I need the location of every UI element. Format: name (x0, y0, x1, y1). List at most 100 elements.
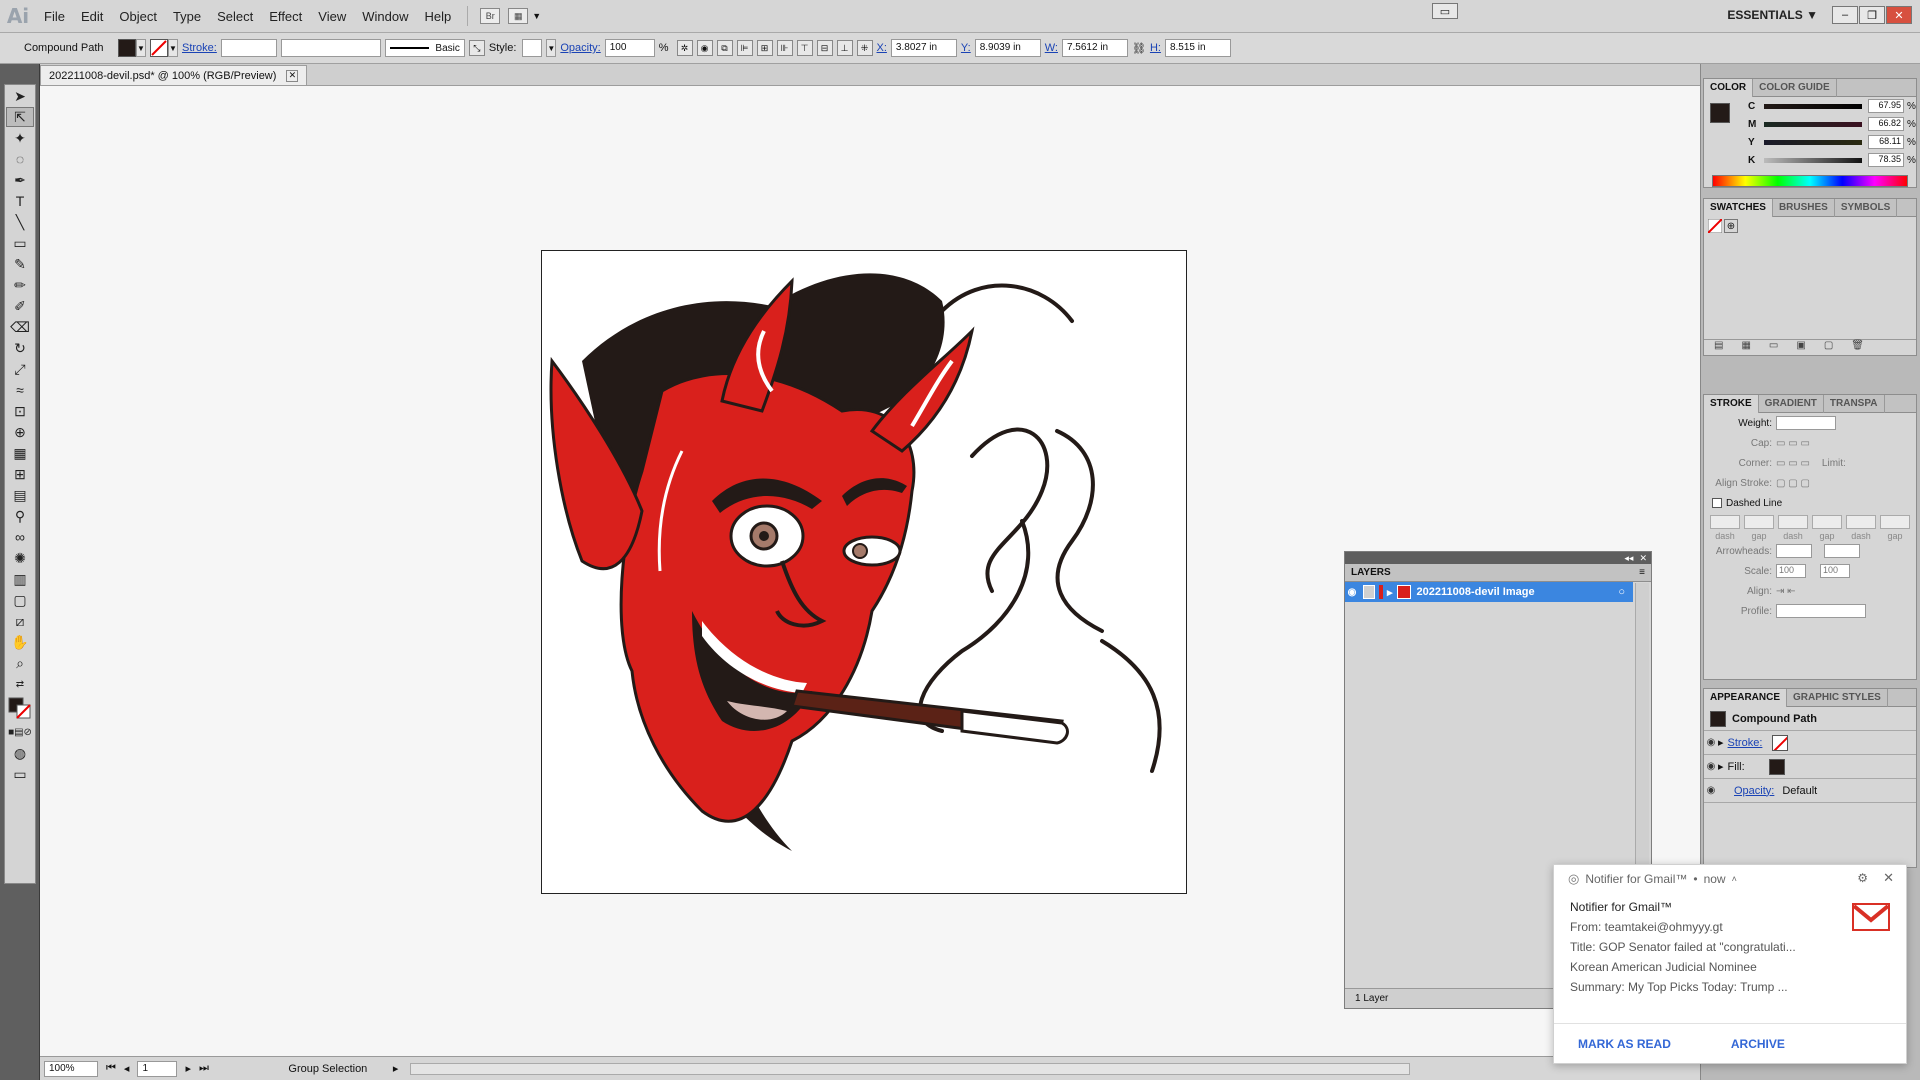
none-swatch-icon[interactable] (1708, 219, 1722, 233)
cyan-track[interactable] (1764, 103, 1862, 109)
appearance-stroke-link[interactable]: Stroke: (1728, 737, 1763, 749)
lock-toggle[interactable] (1363, 585, 1375, 599)
menu-window[interactable]: Window (354, 9, 416, 24)
appearance-fill-row[interactable]: ◉ ▸ Fill: (1704, 755, 1916, 779)
brush-definition-field[interactable]: Basic (384, 39, 465, 57)
w-label[interactable]: W: (1045, 42, 1058, 54)
cyan-value[interactable]: 67.95 (1868, 99, 1904, 113)
bridge-button[interactable]: Br (480, 8, 501, 24)
tab-color[interactable]: COLOR (1704, 78, 1754, 97)
arrow-align-buttons[interactable]: ⇥ ⇤ (1776, 586, 1796, 597)
recolor-icon[interactable]: ⤡ (468, 40, 485, 56)
current-tool-status[interactable]: Group Selection (263, 1063, 393, 1075)
line-tool-icon[interactable]: ╲ (6, 212, 34, 232)
reference-point-icon[interactable]: ⁜ (856, 40, 873, 56)
rotate-tool-icon[interactable]: ↻ (6, 338, 34, 358)
fill-dropdown-icon[interactable]: ▼ (136, 39, 146, 57)
yellow-track[interactable] (1764, 139, 1862, 145)
visibility-eye-icon[interactable]: ◉ (1345, 587, 1359, 598)
appearance-stroke-swatch[interactable] (1772, 734, 1789, 751)
align-middle-icon[interactable]: ⊟ (816, 40, 833, 56)
eyedropper-tool-icon[interactable]: ⚲ (6, 506, 34, 526)
target-icon[interactable]: ○ (1618, 586, 1625, 598)
pen-tool-icon[interactable]: ✒ (6, 170, 34, 190)
direct-selection-tool-icon[interactable]: ⇱ (6, 107, 34, 127)
screen-mode-icon[interactable]: ▭ (6, 764, 34, 784)
rectangle-tool-icon[interactable]: ▭ (6, 233, 34, 253)
align-bottom-icon[interactable]: ⊥ (836, 40, 853, 56)
select-similar-icon[interactable]: ✲ (676, 40, 693, 56)
expand-triangle-icon[interactable]: ▸ (1718, 736, 1724, 749)
minimize-button[interactable]: – (1832, 6, 1858, 24)
isolate-icon[interactable]: ⧉ (716, 40, 733, 56)
registration-swatch-icon[interactable]: ⊕ (1724, 219, 1738, 233)
blend-tool-icon[interactable]: ∞ (6, 527, 34, 547)
color-spectrum[interactable] (1712, 175, 1908, 187)
w-field[interactable]: 7.5612 in (1061, 39, 1128, 57)
y-field[interactable]: 8.9039 in (974, 39, 1041, 57)
graphic-style-icon[interactable]: ◉ (696, 40, 713, 56)
close-notification-icon[interactable]: ✕ (1883, 870, 1894, 886)
swatch-libraries-icon[interactable]: ▤ (1714, 340, 1723, 355)
maximize-button[interactable]: ❐ (1859, 6, 1885, 24)
layers-panel-titlebar[interactable]: ◂◂ ✕ (1345, 552, 1651, 564)
end-arrow-select[interactable] (1824, 544, 1860, 558)
eraser-tool-icon[interactable]: ⌫ (6, 317, 34, 337)
close-icon[interactable]: ✕ (1639, 553, 1647, 564)
archive-button[interactable]: ARCHIVE (1731, 1037, 1785, 1051)
align-left-icon[interactable]: ⊫ (736, 40, 753, 56)
shape-builder-tool-icon[interactable]: ⊕ (6, 422, 34, 442)
magic-wand-tool-icon[interactable]: ✦ (6, 128, 34, 148)
tab-symbols[interactable]: SYMBOLS (1835, 198, 1898, 217)
menu-edit[interactable]: Edit (73, 9, 111, 24)
perspective-grid-tool-icon[interactable]: ▦ (6, 443, 34, 463)
stroke-dropdown-icon[interactable]: ▼ (168, 39, 178, 57)
tab-graphic-styles[interactable]: GRAPHIC STYLES (1787, 688, 1888, 707)
status-menu-icon[interactable]: ▸ (393, 1062, 399, 1075)
cap-buttons[interactable]: ▭ ▭ ▭ (1776, 438, 1810, 449)
symbol-sprayer-tool-icon[interactable]: ✺ (6, 548, 34, 568)
align-right-icon[interactable]: ⊪ (776, 40, 793, 56)
tab-brushes[interactable]: BRUSHES (1773, 198, 1835, 217)
workspace-switcher[interactable]: ESSENTIALS ▼ (1727, 8, 1818, 22)
magenta-track[interactable] (1764, 121, 1862, 127)
layer-name[interactable]: 202211008-devil Image (1417, 586, 1535, 598)
stroke-swatch[interactable] (150, 39, 168, 57)
corner-buttons[interactable]: ▭ ▭ ▭ (1776, 458, 1810, 469)
artboard-number-field[interactable]: 1 (137, 1060, 178, 1077)
artboard-tool-icon[interactable]: ▢ (6, 590, 34, 610)
weight-field[interactable] (1776, 416, 1836, 430)
tab-gradient[interactable]: GRADIENT (1759, 394, 1824, 413)
close-tab-icon[interactable]: ✕ (286, 69, 299, 82)
zoom-tool-icon[interactable]: ⌕ (6, 653, 34, 673)
dashed-line-checkbox[interactable] (1712, 498, 1722, 508)
warp-tool-icon[interactable]: ≈ (6, 380, 34, 400)
artboard[interactable] (541, 250, 1187, 894)
tab-color-guide[interactable]: COLOR GUIDE (1753, 78, 1837, 97)
devil-illustration[interactable] (542, 251, 1186, 893)
panel-menu-icon[interactable]: ≡ (1639, 567, 1651, 578)
visibility-eye-icon[interactable]: ◉ (1704, 761, 1718, 772)
artboard-nav-prev-icon[interactable]: ◂ (124, 1062, 130, 1075)
tab-appearance[interactable]: APPEARANCE (1704, 688, 1788, 707)
mark-as-read-button[interactable]: MARK AS READ (1578, 1037, 1671, 1051)
yellow-value[interactable]: 68.11 (1868, 135, 1904, 149)
fill-color-swatch[interactable] (1710, 103, 1730, 123)
y-label[interactable]: Y: (961, 42, 971, 54)
align-stroke-buttons[interactable]: ▢ ▢ ▢ (1776, 478, 1810, 489)
artboard-nav-last-icon[interactable]: ⏭ (199, 1062, 209, 1075)
new-swatch-icon[interactable]: ▢ (1824, 340, 1833, 355)
black-slider[interactable]: K 78.35 % (1704, 151, 1916, 169)
scale-tool-icon[interactable]: ⤢ (6, 359, 34, 379)
expand-triangle-icon[interactable]: ▸ (1718, 760, 1724, 773)
collapse-icon[interactable]: ◂◂ (1624, 553, 1633, 564)
dash-field-1[interactable] (1710, 515, 1740, 529)
tab-transparency[interactable]: TRANSPA (1824, 394, 1885, 413)
end-scale-field[interactable]: 100 (1820, 564, 1850, 578)
free-transform-tool-icon[interactable]: ⊡ (6, 401, 34, 421)
mesh-tool-icon[interactable]: ⊞ (6, 464, 34, 484)
paintbrush-tool-icon[interactable]: ✎ (6, 254, 34, 274)
selection-tool-icon[interactable]: ➤ (6, 86, 34, 106)
show-kinds-icon[interactable]: ▦ (1741, 340, 1750, 355)
hand-tool-icon[interactable]: ✋ (6, 632, 34, 652)
